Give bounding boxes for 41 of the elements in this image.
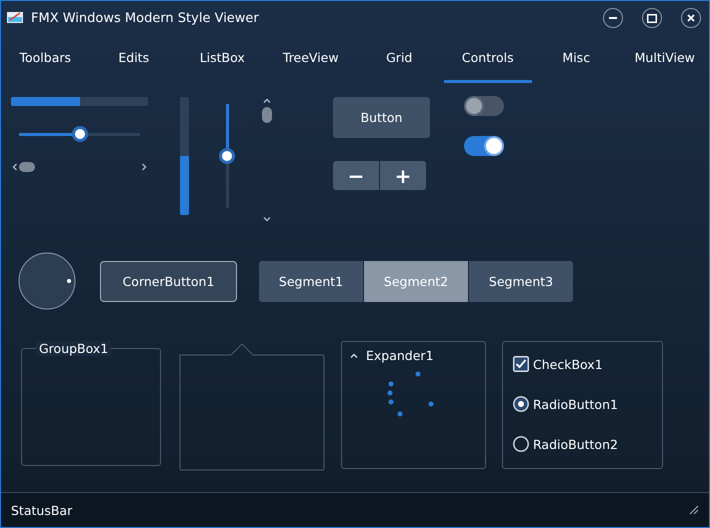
toggle-switch[interactable] xyxy=(464,96,504,116)
tab[interactable]: TreeView xyxy=(266,35,355,83)
minimize-icon xyxy=(609,14,617,22)
app-icon xyxy=(7,11,23,25)
tab[interactable]: MultiView xyxy=(620,35,709,83)
tab[interactable]: Controls xyxy=(444,35,532,83)
corner-button[interactable]: CornerButton1 xyxy=(100,260,237,302)
slider-thumb[interactable] xyxy=(72,126,88,142)
scrollbar-thumb[interactable] xyxy=(19,162,35,172)
increment-button[interactable]: + xyxy=(380,161,426,190)
button[interactable]: Button xyxy=(333,97,430,138)
radio-label[interactable]: RadioButton2 xyxy=(533,436,618,452)
close-icon xyxy=(687,14,695,22)
tab[interactable]: Toolbars xyxy=(1,35,90,83)
dial-knob[interactable] xyxy=(18,252,76,310)
resize-grip-icon[interactable] xyxy=(689,505,699,515)
collapse-icon[interactable] xyxy=(350,352,358,360)
tab[interactable]: Misc xyxy=(532,35,620,83)
slider-thumb[interactable] xyxy=(219,148,235,164)
decrement-button[interactable]: − xyxy=(333,161,379,190)
tab[interactable]: Grid xyxy=(355,35,444,83)
group-box-title: GroupBox1 xyxy=(36,341,112,356)
radio-button[interactable] xyxy=(513,396,529,412)
toggle-switch[interactable] xyxy=(464,136,504,156)
checkbox[interactable] xyxy=(513,356,529,372)
segment-button[interactable]: Segment3 xyxy=(469,260,573,302)
scrollbar-thumb[interactable] xyxy=(262,107,272,123)
expander-title[interactable]: Expander1 xyxy=(366,348,434,363)
loading-spinner-icon xyxy=(386,371,434,419)
radio-label[interactable]: RadioButton1 xyxy=(533,396,618,412)
tab[interactable]: ListBox xyxy=(178,35,266,83)
window-title: FMX Windows Modern Style Viewer xyxy=(31,10,260,26)
segment-button[interactable]: Segment1 xyxy=(259,260,363,302)
radio-button[interactable] xyxy=(513,436,529,452)
close-button[interactable] xyxy=(681,8,701,28)
maximize-button[interactable] xyxy=(642,8,662,28)
checkbox-label[interactable]: CheckBox1 xyxy=(533,356,603,372)
minimize-button[interactable] xyxy=(603,8,623,28)
status-text: StatusBar xyxy=(11,502,72,518)
tab[interactable]: Edits xyxy=(90,35,178,83)
maximize-icon xyxy=(647,14,657,22)
